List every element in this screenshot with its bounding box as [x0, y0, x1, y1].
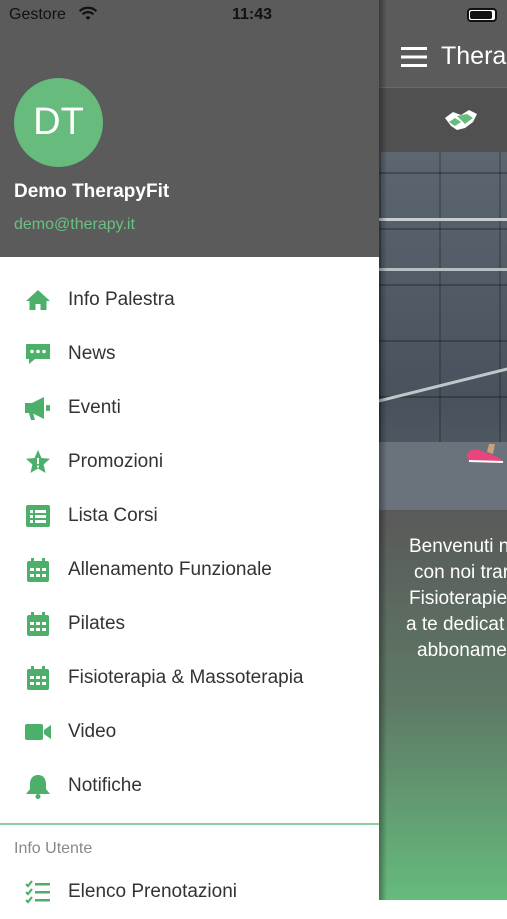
welcome-line: con noi trar: [414, 562, 507, 583]
home-icon: [26, 290, 50, 310]
user-email: demo@therapy.it: [14, 216, 135, 233]
menu-item-lista-corsi[interactable]: Lista Corsi: [0, 489, 379, 543]
list-icon: [26, 505, 50, 527]
menu-item-news[interactable]: News: [0, 327, 379, 381]
carrier-label: Gestore: [9, 6, 66, 23]
calendar-icon: [27, 612, 49, 636]
avatar[interactable]: DT: [14, 78, 103, 167]
megaphone-icon: [25, 397, 50, 420]
menu-item-label: Info Palestra: [68, 289, 175, 310]
toolbar-divider: [379, 87, 507, 88]
battery-icon: [467, 8, 497, 22]
menu-item-label: Eventi: [68, 397, 121, 418]
star-icon: [26, 450, 50, 473]
status-bar: Gestore 11:43: [0, 0, 507, 30]
navigation-drawer: DT Demo TherapyFit demo@therapy.it Info …: [0, 0, 379, 904]
calendar-icon: [27, 558, 49, 582]
main-screen: Therap Benvenuti n con noi trar Fisioter…: [371, 0, 507, 900]
welcome-line: Benvenuti n: [409, 536, 507, 557]
hamburger-menu-icon[interactable]: [401, 47, 427, 67]
chat-icon: [26, 344, 50, 364]
section-title-info-utente: Info Utente: [14, 840, 93, 857]
wifi-icon: [78, 6, 98, 20]
menu-item-label: Video: [68, 721, 117, 742]
welcome-panel: Benvenuti n con noi trar Fisioterapie a …: [379, 510, 507, 900]
hero-image: [371, 152, 507, 510]
main-title: Therap: [441, 42, 507, 70]
menu-item-label: Lista Corsi: [68, 505, 158, 526]
menu-item-fisioterapia-massoterapia[interactable]: Fisioterapia & Massoterapia: [0, 651, 379, 705]
menu-item-label: Fisioterapia & Massoterapia: [68, 667, 304, 688]
video-camera-icon: [25, 724, 51, 740]
bell-icon: [26, 775, 50, 799]
menu-item-label: News: [68, 343, 116, 364]
welcome-line: a te dedicat: [406, 614, 505, 635]
checklist-icon: [25, 880, 50, 904]
menu-item-promozioni[interactable]: Promozioni: [0, 435, 379, 489]
running-shoe-image: [467, 444, 504, 463]
drawer-divider: [0, 823, 379, 825]
drawer-header: DT Demo TherapyFit demo@therapy.it: [0, 0, 379, 257]
welcome-text: Benvenuti n con noi trar Fisioterapie a …: [379, 534, 507, 664]
user-name: Demo TherapyFit: [14, 181, 170, 202]
menu-item-info-palestra[interactable]: Info Palestra: [0, 273, 379, 327]
menu-item-allenamento-funzionale[interactable]: Allenamento Funzionale: [0, 543, 379, 597]
menu-item-pilates[interactable]: Pilates: [0, 597, 379, 651]
welcome-line: abboname: [417, 640, 507, 661]
clock: 11:43: [232, 6, 273, 23]
menu-item-video[interactable]: Video: [0, 705, 379, 759]
menu-item-notifiche[interactable]: Notifiche: [0, 759, 379, 813]
calendar-icon: [27, 666, 49, 690]
welcome-line: Fisioterapie: [409, 588, 507, 609]
menu-item-eventi[interactable]: Eventi: [0, 381, 379, 435]
menu-item-label: Allenamento Funzionale: [68, 559, 272, 580]
handshake-icon[interactable]: [443, 104, 479, 136]
menu-item-label: Notifiche: [68, 775, 142, 796]
menu-item-label: Promozioni: [68, 451, 164, 472]
menu-item-elenco-prenotazioni[interactable]: Elenco Prenotazioni: [0, 865, 379, 919]
menu-item-label: Pilates: [68, 613, 126, 634]
